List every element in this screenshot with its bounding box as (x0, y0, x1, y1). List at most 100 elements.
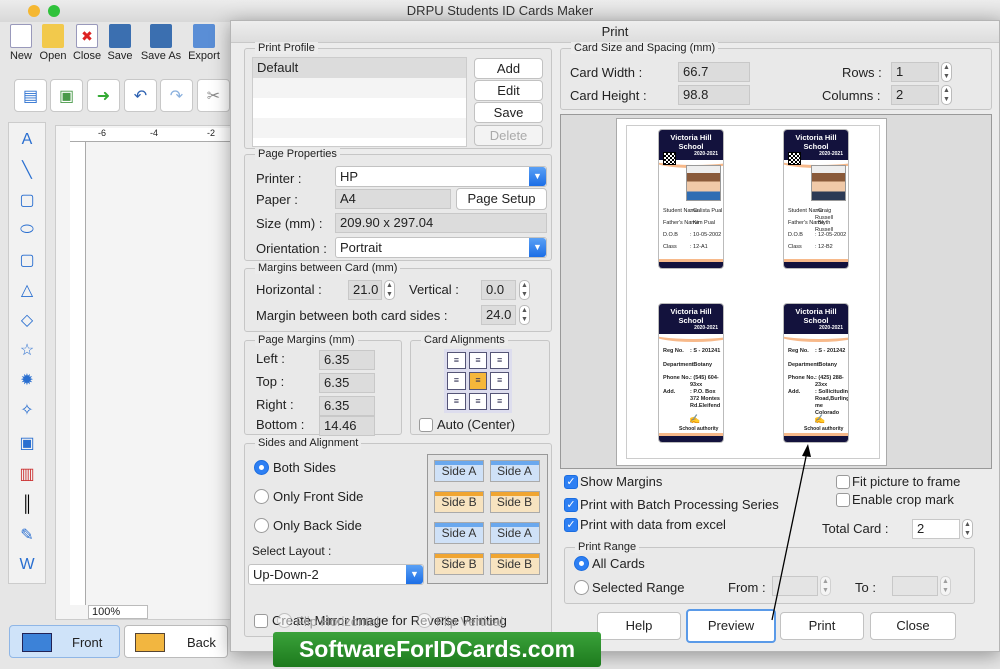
burst-tool[interactable]: ✹ (14, 367, 40, 393)
profile-item-default[interactable]: Default (253, 58, 466, 78)
cross-star-tool[interactable]: ✧ (14, 397, 40, 423)
card-field-label: Add. (788, 388, 801, 395)
align-top-right-button[interactable]: ≡ (490, 352, 509, 370)
top-margin-field[interactable]: 6.35 (319, 373, 375, 393)
library-tool[interactable]: ▥ (14, 461, 40, 487)
batch-processing-checkbox[interactable]: ✓ (564, 498, 578, 512)
mirror-image-checkbox[interactable] (254, 614, 268, 628)
signature-tool[interactable]: ✎ (14, 522, 40, 548)
selected-range-radio[interactable] (574, 580, 589, 595)
align-top-center-button[interactable]: ≡ (468, 352, 488, 370)
zoom-level[interactable]: 100% (88, 605, 148, 619)
align-bottom-left-button[interactable]: ≡ (447, 392, 466, 410)
align-middle-center-button[interactable]: ≡ (468, 372, 488, 390)
delete-profile-button[interactable]: Delete (474, 125, 543, 146)
rounded-rect-tool[interactable]: ▢ (14, 247, 40, 273)
horizontal-field[interactable]: 21.0 (348, 280, 382, 300)
total-card-field[interactable]: 2 (912, 519, 960, 539)
text-tool[interactable]: A (14, 127, 40, 153)
card-field-label: Department (788, 361, 819, 368)
columns-stepper[interactable]: ▲ ▼ (941, 85, 952, 105)
align-middle-right-button[interactable]: ≡ (490, 372, 509, 390)
close-button[interactable]: Close (870, 612, 956, 640)
edit-profile-button[interactable]: Edit (474, 80, 543, 101)
maximize-button[interactable] (48, 5, 60, 17)
horizontal-ruler: -6 -4 -2 (70, 128, 245, 142)
save-profile-button[interactable]: Save (474, 102, 543, 123)
preview-button[interactable]: Preview (686, 609, 776, 643)
card-field-value: : (425) 288-23xx (815, 375, 844, 388)
undo-button[interactable]: ↶ (124, 79, 157, 112)
minimize-button[interactable] (28, 5, 40, 17)
card-height-field: 98.8 (678, 85, 750, 105)
image-tool-button[interactable]: ▣ (50, 79, 83, 112)
flip-horizontal-radio[interactable] (277, 613, 292, 628)
show-margins-checkbox[interactable]: ✓ (564, 475, 578, 489)
barcode-tool[interactable]: ║ (14, 492, 40, 518)
toolbar-save-as[interactable]: Save As (139, 24, 183, 62)
left-margin-field[interactable]: 6.35 (319, 350, 375, 370)
from-field[interactable] (772, 576, 818, 596)
total-card-label: Total Card : (822, 521, 889, 536)
ellipse-tool[interactable]: ⬭ (14, 217, 40, 243)
orientation-select[interactable]: Portrait ▼ (335, 237, 547, 258)
card-width-field: 66.7 (678, 62, 750, 82)
add-profile-button[interactable]: Add (474, 58, 543, 79)
align-bottom-center-button[interactable]: ≡ (468, 392, 488, 410)
page-setup-button[interactable]: Page Setup (456, 188, 547, 210)
toolbar-open[interactable]: Open (34, 24, 72, 62)
toolbar-save[interactable]: Save (101, 24, 139, 62)
page-properties-group: Page Properties Printer : HP ▼ Paper : A4… (244, 148, 552, 261)
printer-select[interactable]: HP ▼ (335, 166, 547, 187)
only-back-radio[interactable] (254, 518, 269, 533)
both-sides-margin-stepper[interactable]: ▲ ▼ (519, 305, 530, 325)
crop-mark-checkbox[interactable] (836, 493, 850, 507)
back-tab[interactable]: Back (124, 625, 228, 658)
columns-field[interactable]: 2 (891, 85, 939, 105)
only-front-radio[interactable] (254, 489, 269, 504)
wordart-tool[interactable]: W (14, 552, 40, 578)
horizontal-stepper[interactable]: ▲ ▼ (384, 280, 395, 300)
all-cards-radio[interactable] (574, 556, 589, 571)
from-stepper[interactable]: ▲ ▼ (820, 576, 831, 596)
document-tool-button[interactable]: ▤ (14, 79, 47, 112)
diamond-tool[interactable]: ◇ (14, 307, 40, 333)
rows-stepper[interactable]: ▲ ▼ (941, 62, 952, 82)
toolbar-export[interactable]: Export (185, 24, 223, 62)
print-button[interactable]: Print (780, 612, 864, 640)
vertical-stepper[interactable]: ▲ ▼ (519, 280, 530, 300)
to-field[interactable] (892, 576, 938, 596)
card-field-value: : (545) 604-93xx (690, 375, 719, 388)
flip-vertical-radio[interactable] (417, 613, 432, 628)
both-sides-radio[interactable] (254, 460, 269, 475)
align-top-left-button[interactable]: ≡ (447, 352, 466, 370)
to-stepper[interactable]: ▲ ▼ (940, 576, 951, 596)
side-cell: Side A (489, 522, 540, 544)
star-tool[interactable]: ☆ (14, 337, 40, 363)
total-card-stepper[interactable]: ▲ ▼ (962, 519, 973, 539)
triangle-tool[interactable]: △ (14, 277, 40, 303)
preview-page: Victoria Hill School 2020-2021 Student Nam… (616, 118, 887, 466)
vertical-field[interactable]: 0.0 (481, 280, 516, 300)
right-margin-field[interactable]: 6.35 (319, 396, 375, 416)
both-sides-margin-field[interactable]: 24.0 (481, 305, 516, 325)
profile-list[interactable]: Default (252, 57, 467, 147)
line-tool[interactable]: ╲ (14, 157, 40, 183)
align-bottom-right-button[interactable]: ≡ (490, 392, 509, 410)
card-field-value: : 12-B2 (815, 244, 833, 250)
front-tab[interactable]: Front (9, 625, 120, 658)
excel-data-checkbox[interactable]: ✓ (564, 518, 578, 532)
help-button[interactable]: Help (597, 612, 681, 640)
card-field-label: Reg No. (788, 348, 809, 354)
cut-button[interactable]: ✂ (197, 79, 230, 112)
picture-tool[interactable]: ▣ (14, 430, 40, 456)
rows-field[interactable]: 1 (891, 62, 939, 82)
export-image-button[interactable]: ➜ (87, 79, 120, 112)
auto-center-checkbox[interactable] (419, 418, 433, 432)
rectangle-tool[interactable]: ▢ (14, 187, 40, 213)
redo-button[interactable]: ↷ (160, 79, 193, 112)
layout-select[interactable]: Up-Down-2 ▼ (248, 564, 424, 585)
bottom-margin-field[interactable]: 14.46 (319, 416, 375, 436)
fit-picture-checkbox[interactable] (836, 475, 850, 489)
align-middle-left-button[interactable]: ≡ (447, 372, 466, 390)
